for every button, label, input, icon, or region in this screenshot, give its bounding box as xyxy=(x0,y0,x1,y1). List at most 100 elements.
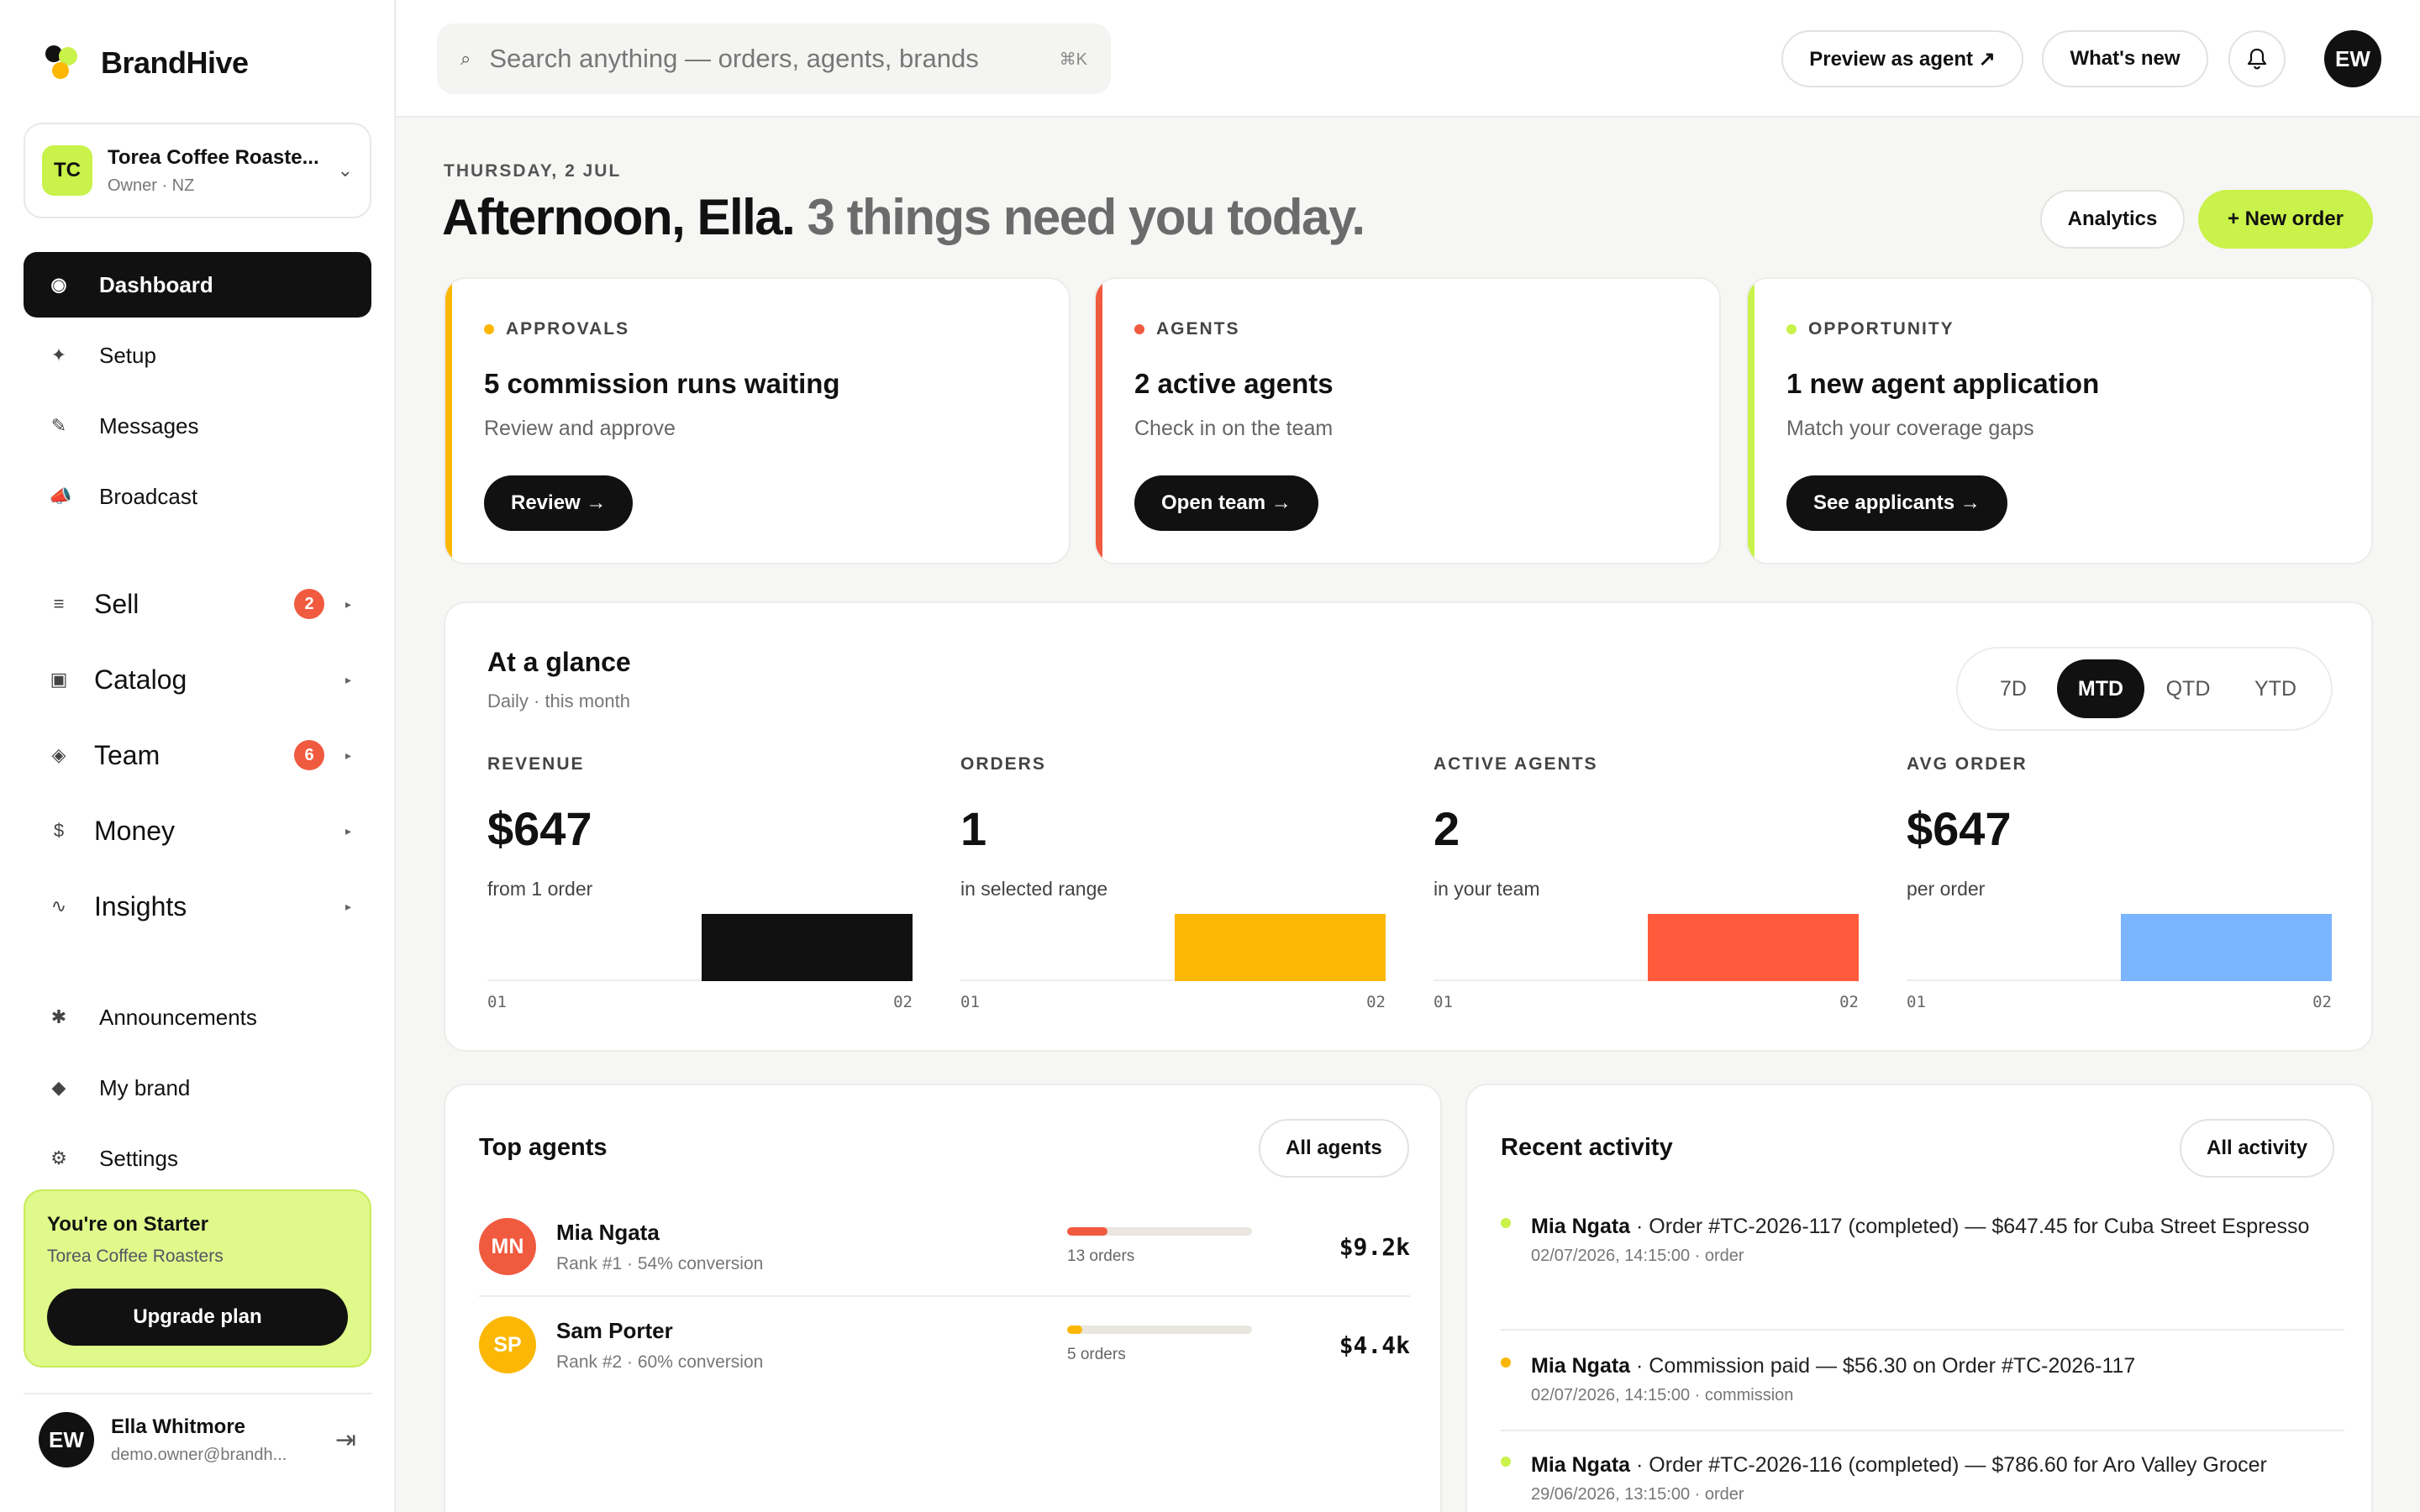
activity-meta: 02/07/2026, 14:15:00 · commission xyxy=(1531,1386,1794,1404)
pencil-icon: ✎ xyxy=(50,415,67,436)
chart-bar xyxy=(2121,914,2332,981)
sidebar-group-catalog[interactable]: ▣ Catalog ▸ xyxy=(24,647,371,712)
top-agents-panel: Top agents All agents MN Mia Ngata Rank … xyxy=(444,1084,1442,1512)
card-subtitle: Check in on the team xyxy=(1134,417,1334,440)
range-qtd[interactable]: QTD xyxy=(2144,659,2232,718)
activity-item[interactable]: Mia Ngata · Order #TC-2026-117 (complete… xyxy=(1501,1210,2344,1266)
analytics-button[interactable]: Analytics xyxy=(2040,190,2185,249)
sidebar-item-label: Messages xyxy=(99,412,199,438)
card-title: 2 active agents xyxy=(1134,368,1334,399)
status-dot xyxy=(1786,324,1797,334)
divider xyxy=(1501,1430,2344,1431)
opportunity-card: OPPORTUNITY 1 new agent application Matc… xyxy=(1746,277,2373,564)
diamond-small-icon: ◆ xyxy=(51,1077,66,1098)
metric-subtext: in selected range xyxy=(960,878,1108,900)
trend-icon: ∿ xyxy=(50,895,67,916)
activity-text: · Commission paid — $56.30 on Order #TC-… xyxy=(1630,1354,2136,1378)
sidebar-item-messages[interactable]: ✎ Messages xyxy=(24,393,371,459)
caret-right-icon: ▸ xyxy=(345,748,351,762)
all-agents-button[interactable]: All agents xyxy=(1259,1119,1409,1178)
metric-label: ORDERS xyxy=(960,754,1046,774)
avatar[interactable]: EW xyxy=(2324,30,2381,87)
range-mtd[interactable]: MTD xyxy=(2057,659,2144,718)
metric-subtext: from 1 order xyxy=(487,878,593,900)
sidebar-item-settings[interactable]: ⚙ Settings xyxy=(24,1126,371,1191)
activity-actor: Mia Ngata xyxy=(1531,1453,1631,1477)
see-applicants-button[interactable]: See applicants → xyxy=(1786,475,2007,531)
review-button[interactable]: Review → xyxy=(484,475,634,531)
orders-progress-fill xyxy=(1067,1227,1108,1236)
x-tick: 01 xyxy=(1907,993,1926,1011)
agent-revenue: $4.4k xyxy=(1339,1331,1410,1359)
agent-row[interactable]: MN Mia Ngata Rank #1 · 54% conversion 13… xyxy=(479,1198,1410,1295)
divider xyxy=(1501,1329,2344,1331)
user-profile[interactable]: EW Ella Whitmore demo.owner@brandh... ⇥ xyxy=(24,1393,371,1485)
metric-subtext: per order xyxy=(1907,878,1986,900)
whats-new-button[interactable]: What's new xyxy=(2042,30,2208,87)
caret-right-icon: ▸ xyxy=(345,672,351,686)
upgrade-plan-button[interactable]: Upgrade plan xyxy=(47,1289,348,1346)
diamond-icon: ◈ xyxy=(51,744,66,765)
card-subtitle: Review and approve xyxy=(484,417,676,440)
metric-value: $647 xyxy=(1907,802,2012,855)
sparkle-icon: ✦ xyxy=(50,344,67,365)
plan-title: You're on Starter xyxy=(47,1213,208,1236)
open-team-button[interactable]: Open team → xyxy=(1134,475,1318,531)
agent-row[interactable]: SP Sam Porter Rank #2 · 60% conversion 5… xyxy=(479,1295,1410,1393)
new-order-button[interactable]: + New order xyxy=(2198,190,2373,249)
dashboard-icon: ◉ xyxy=(50,274,67,295)
user-email: demo.owner@brandh... xyxy=(111,1445,287,1464)
notifications-button[interactable] xyxy=(2228,30,2286,87)
x-tick: 01 xyxy=(487,993,507,1011)
sidebar-group-insights[interactable]: ∿ Insights ▸ xyxy=(24,874,371,939)
logout-icon[interactable]: ⇥ xyxy=(335,1425,356,1455)
org-role: Owner · NZ xyxy=(108,176,195,195)
sidebar-item-dashboard[interactable]: ◉ Dashboard xyxy=(24,252,371,318)
sidebar-group-sell[interactable]: ≡ Sell 2 ▸ xyxy=(24,571,371,637)
sidebar-item-broadcast[interactable]: 📣 Broadcast xyxy=(24,464,371,529)
panel-title: Top agents xyxy=(479,1134,608,1161)
sidebar-item-label: Setup xyxy=(99,342,156,368)
preview-as-agent-button[interactable]: Preview as agent ↗ xyxy=(1781,30,2023,87)
brand-logo[interactable]: BrandHive xyxy=(45,45,249,81)
sidebar-group-team[interactable]: ◈ Team 6 ▸ xyxy=(24,722,371,788)
orders-progress-fill xyxy=(1067,1326,1082,1334)
brandhive-logo-icon xyxy=(45,45,79,81)
range-7d[interactable]: 7D xyxy=(1970,659,2057,718)
panel-title: At a glance xyxy=(487,647,631,677)
activity-dot xyxy=(1501,1457,1511,1467)
page-title: Afternoon, Ella. 3 things need you today… xyxy=(442,188,1365,246)
revenue-sparkbar xyxy=(487,914,913,981)
activity-dot xyxy=(1501,1218,1511,1228)
activity-meta: 29/06/2026, 13:15:00 · order xyxy=(1531,1485,1744,1504)
range-ytd[interactable]: YTD xyxy=(2232,659,2319,718)
plan-card: You're on Starter Torea Coffee Roasters … xyxy=(24,1189,371,1368)
all-activity-button[interactable]: All activity xyxy=(2180,1119,2335,1178)
activity-item[interactable]: Mia Ngata · Commission paid — $56.30 on … xyxy=(1501,1349,2344,1405)
search-placeholder: Search anything — orders, agents, brands xyxy=(489,44,979,73)
org-switcher[interactable]: TC Torea Coffee Roaste... Owner · NZ ⌄ xyxy=(24,123,371,218)
sidebar-item-setup[interactable]: ✦ Setup xyxy=(24,323,371,388)
metric-label: AVG ORDER xyxy=(1907,754,2028,774)
metric-active-agents: ACTIVE AGENTS 2 in your team xyxy=(1434,754,1859,900)
sidebar-item-label: Money xyxy=(94,815,176,846)
sidebar-item-announcements[interactable]: ✱ Announcements xyxy=(24,984,371,1050)
sidebar-item-label: Settings xyxy=(99,1145,178,1171)
approvals-card: APPROVALS 5 commission runs waiting Revi… xyxy=(444,277,1071,564)
sidebar-group-money[interactable]: $ Money ▸ xyxy=(24,798,371,864)
activity-item[interactable]: Mia Ngata · Order #TC-2026-116 (complete… xyxy=(1501,1448,2344,1504)
dollar-icon: $ xyxy=(53,820,65,841)
activity-text: · Order #TC-2026-116 (completed) — $786.… xyxy=(1630,1453,2267,1477)
activity-actor: Mia Ngata xyxy=(1531,1354,1631,1378)
agent-stats: Rank #1 · 54% conversion xyxy=(556,1253,764,1273)
card-kicker: AGENTS xyxy=(1156,319,1240,339)
sidebar-item-my-brand[interactable]: ◆ My brand xyxy=(24,1055,371,1121)
search-input[interactable]: ⌕ Search anything — orders, agents, bran… xyxy=(437,24,1111,94)
avatar: MN xyxy=(479,1218,536,1275)
agent-orders: 5 orders xyxy=(1067,1346,1126,1363)
range-selector: 7D MTD QTD YTD xyxy=(1956,647,2333,731)
card-kicker: OPPORTUNITY xyxy=(1808,319,1954,339)
avatar: SP xyxy=(479,1316,536,1373)
activity-actor: Mia Ngata xyxy=(1531,1215,1631,1238)
card-title: 5 commission runs waiting xyxy=(484,368,840,399)
